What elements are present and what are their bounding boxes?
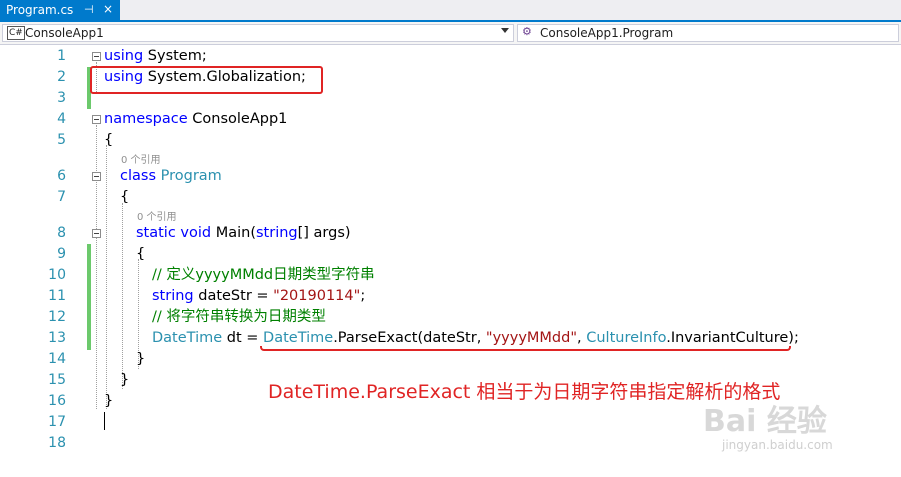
code-text: [] args) bbox=[297, 225, 351, 241]
code-text: { bbox=[104, 132, 114, 148]
text-caret bbox=[104, 412, 105, 430]
comment: // 定义yyyyMMdd日期类型字符串 bbox=[152, 267, 375, 283]
reference-count-lens[interactable]: 0 个引用 bbox=[121, 151, 161, 166]
type-name: DateTime bbox=[152, 330, 223, 346]
class-icon: ⚙ bbox=[522, 25, 532, 38]
code-text: ConsoleApp1 bbox=[187, 111, 288, 127]
type-name: DateTime bbox=[263, 330, 334, 346]
csharp-project-icon: C# bbox=[7, 26, 25, 40]
code-line-16: } bbox=[104, 391, 113, 412]
code-text: , bbox=[577, 330, 587, 346]
reference-count-lens[interactable]: 0 个引用 bbox=[137, 208, 177, 223]
collapse-toggle-icon[interactable] bbox=[92, 115, 101, 124]
line-number: 12 bbox=[48, 309, 66, 325]
code-line-5: { bbox=[104, 130, 113, 151]
string-literal: "20190114" bbox=[273, 288, 361, 304]
navigation-bar: C# ConsoleApp1 ⚙ ConsoleApp1.Program bbox=[0, 22, 901, 45]
document-tab-strip: Program.cs ⊣ × bbox=[0, 0, 901, 22]
line-number: 11 bbox=[48, 288, 66, 304]
code-text: } bbox=[120, 372, 130, 388]
code-text: } bbox=[104, 393, 114, 409]
indent-guide bbox=[106, 145, 107, 409]
line-number: 18 bbox=[48, 435, 66, 451]
code-line-7: { bbox=[120, 187, 129, 208]
code-text: ; bbox=[360, 288, 366, 304]
line-number: 14 bbox=[48, 351, 66, 367]
code-text: Main( bbox=[211, 225, 256, 241]
code-line-11: string dateStr = "20190114"; bbox=[152, 286, 365, 307]
code-line-8: static void Main(string[] args) bbox=[136, 223, 351, 244]
line-number: 13 bbox=[48, 330, 66, 346]
close-icon[interactable]: × bbox=[103, 2, 113, 16]
code-line-4: namespace ConsoleApp1 bbox=[104, 109, 287, 130]
watermark-logo: Bai 经验 bbox=[703, 404, 827, 439]
line-number: 1 bbox=[57, 48, 66, 64]
line-number: 5 bbox=[57, 132, 66, 148]
collapse-toggle-icon[interactable] bbox=[92, 172, 101, 181]
code-text: dt = bbox=[222, 330, 264, 346]
code-line-6: class Program bbox=[120, 166, 222, 187]
code-line-14: } bbox=[136, 349, 145, 370]
line-number: 7 bbox=[57, 189, 66, 205]
line-number: 4 bbox=[57, 111, 66, 127]
code-text: System; bbox=[143, 48, 207, 64]
code-text: { bbox=[136, 246, 146, 262]
code-line-12: // 将字符串转换为日期类型 bbox=[152, 307, 326, 328]
chevron-down-icon[interactable] bbox=[501, 28, 509, 33]
keyword: string bbox=[256, 225, 298, 241]
string-literal: "yyyyMMdd" bbox=[485, 330, 578, 346]
code-line-15: } bbox=[120, 370, 129, 391]
keyword: namespace bbox=[104, 111, 188, 127]
indent-guide bbox=[122, 203, 123, 389]
outline-guide bbox=[96, 125, 97, 409]
code-text: .InvariantCulture); bbox=[666, 330, 799, 346]
pin-icon[interactable]: ⊣ bbox=[84, 3, 94, 16]
line-number: 6 bbox=[57, 168, 66, 184]
watermark-url: jingyan.baidu.com bbox=[722, 438, 833, 452]
code-text: } bbox=[136, 351, 146, 367]
highlight-box bbox=[90, 66, 323, 94]
code-line-9: { bbox=[136, 244, 145, 265]
keyword: void bbox=[180, 225, 212, 241]
code-text: .ParseExact(dateStr, bbox=[333, 330, 486, 346]
line-number: 2 bbox=[57, 69, 66, 85]
line-number: 8 bbox=[57, 225, 66, 241]
line-number: 15 bbox=[48, 372, 66, 388]
tab-title: Program.cs bbox=[6, 3, 74, 17]
collapse-toggle-icon[interactable] bbox=[92, 229, 101, 238]
line-number: 3 bbox=[57, 90, 66, 106]
code-editor[interactable]: 1 2 3 4 5 6 7 8 9 10 11 12 13 14 15 16 1… bbox=[0, 45, 901, 477]
highlight-underline bbox=[260, 346, 791, 351]
keyword: class bbox=[120, 168, 156, 184]
line-number: 17 bbox=[48, 414, 66, 430]
code-line-10: // 定义yyyyMMdd日期类型字符串 bbox=[152, 265, 375, 286]
keyword: using bbox=[104, 48, 144, 64]
member-dropdown-label: ConsoleApp1.Program bbox=[540, 26, 674, 40]
keyword: static bbox=[136, 225, 176, 241]
project-dropdown[interactable]: C# ConsoleApp1 bbox=[2, 24, 514, 42]
line-number: 9 bbox=[57, 246, 66, 262]
code-line-1: using System; bbox=[104, 46, 207, 67]
code-text: { bbox=[120, 189, 130, 205]
keyword: string bbox=[152, 288, 194, 304]
project-dropdown-label: ConsoleApp1 bbox=[25, 26, 104, 40]
line-number: 10 bbox=[48, 267, 66, 283]
tab-program-cs[interactable]: Program.cs ⊣ × bbox=[0, 0, 120, 22]
member-dropdown[interactable]: ⚙ ConsoleApp1.Program bbox=[517, 24, 899, 42]
type-name: CultureInfo bbox=[586, 330, 667, 346]
code-text: dateStr = bbox=[193, 288, 274, 304]
comment: // 将字符串转换为日期类型 bbox=[152, 309, 326, 325]
line-number: 16 bbox=[48, 393, 66, 409]
collapse-toggle-icon[interactable] bbox=[92, 52, 101, 61]
change-marker bbox=[87, 244, 91, 350]
type-name: Program bbox=[160, 168, 222, 184]
